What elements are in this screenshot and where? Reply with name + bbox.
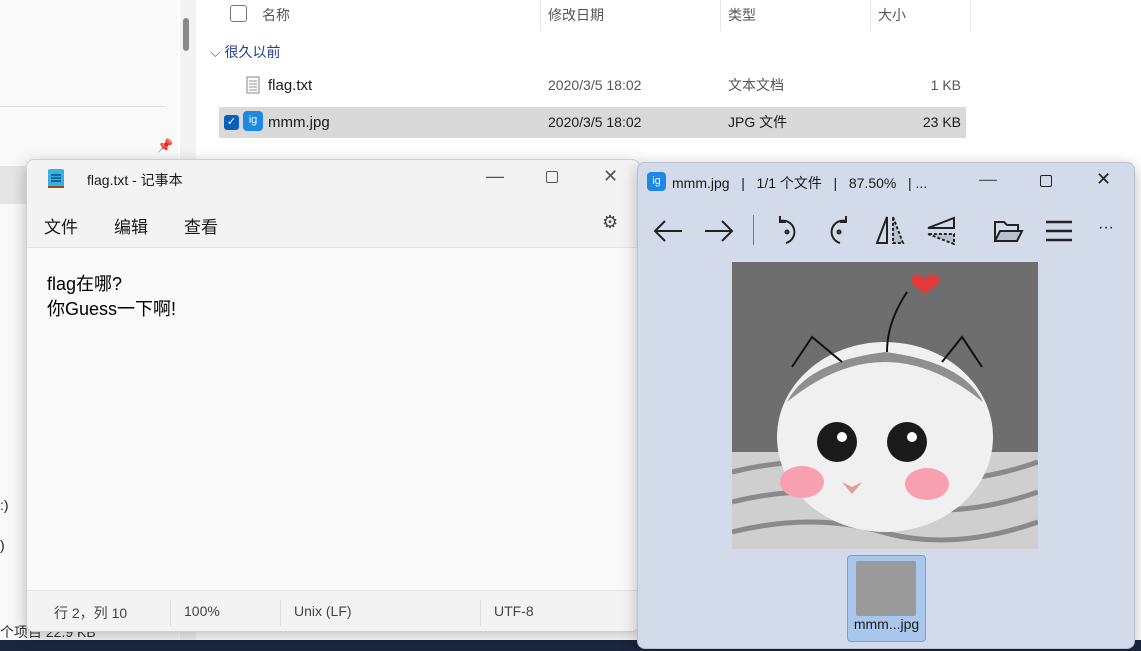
nav-fragment: ) <box>0 537 5 553</box>
column-header-type[interactable]: 类型 <box>728 0 756 31</box>
pin-icon[interactable]: 📌 <box>157 138 173 154</box>
zoom-level: 100% <box>184 603 220 619</box>
menu-edit[interactable]: 编辑 <box>114 213 148 238</box>
checkbox-checked[interactable]: ✓ <box>224 115 239 130</box>
menu-view[interactable]: 查看 <box>184 213 218 238</box>
viewer-app-icon: ig <box>647 172 666 191</box>
line-ending: Unix (LF) <box>294 603 352 619</box>
window-title: mmm.jpg | 1/1 个文件 | 87.50% | ... <box>672 175 928 191</box>
file-name: mmm.jpg <box>268 114 330 131</box>
text-editor[interactable]: flag在哪? 你Guess一下啊! <box>27 247 639 591</box>
file-type: JPG 文件 <box>728 114 788 130</box>
column-divider[interactable] <box>720 0 721 31</box>
file-date: 2020/3/5 18:02 <box>548 77 642 93</box>
select-all-checkbox[interactable] <box>230 5 247 22</box>
file-date: 2020/3/5 18:02 <box>548 114 642 130</box>
cat-image <box>732 262 1038 549</box>
divider <box>170 600 171 626</box>
file-row-selected[interactable]: ✓ ig mmm.jpg 2020/3/5 18:02 JPG 文件 23 KB <box>219 107 966 138</box>
file-name: flag.txt <box>268 77 313 94</box>
notepad-window: flag.txt - 记事本 — ✕ 文件 编辑 查看 ⚙ flag在哪? 你G… <box>26 159 640 632</box>
divider <box>280 600 281 626</box>
image-viewer-window: ig mmm.jpg | 1/1 个文件 | 87.50% | ... — ✕ … <box>637 162 1135 649</box>
divider <box>753 215 754 245</box>
notepad-app-icon <box>48 169 64 188</box>
column-divider[interactable] <box>970 0 971 31</box>
open-folder-icon[interactable] <box>992 217 1024 245</box>
divider <box>480 600 481 626</box>
more-options-icon[interactable]: ··· <box>1098 219 1114 237</box>
minimize-button[interactable]: — <box>979 169 997 190</box>
flip-horizontal-icon[interactable] <box>874 215 906 245</box>
close-button[interactable]: ✕ <box>603 166 618 187</box>
thumbnail-label: mmm...jpg <box>853 616 920 632</box>
nav-fragment: :) <box>0 497 9 513</box>
menu-icon[interactable] <box>1044 219 1074 243</box>
maximize-button[interactable] <box>1040 175 1052 187</box>
image-file-icon: ig <box>243 111 263 131</box>
maximize-button[interactable] <box>546 171 558 183</box>
arrow-left-icon[interactable] <box>652 219 684 243</box>
thumbnail-selected[interactable]: mmm...jpg <box>847 555 926 642</box>
file-type: 文本文档 <box>728 77 784 93</box>
group-header[interactable]: ⌵ 很久以前 <box>210 42 281 62</box>
gear-icon[interactable]: ⚙ <box>602 212 618 233</box>
column-header-date[interactable]: 修改日期 <box>548 0 604 31</box>
cursor-position: 行 2，列 10 <box>54 605 128 621</box>
group-label: 很久以前 <box>224 44 281 60</box>
rotate-left-icon[interactable] <box>772 215 804 245</box>
text-file-icon <box>246 76 260 94</box>
divider <box>0 106 165 107</box>
encoding: UTF-8 <box>494 603 534 619</box>
rotate-right-icon[interactable] <box>822 215 854 245</box>
column-divider[interactable] <box>540 0 541 31</box>
column-header-name[interactable]: 名称 <box>262 0 290 31</box>
column-divider[interactable] <box>870 0 871 31</box>
column-header-size[interactable]: 大小 <box>878 0 906 31</box>
close-button[interactable]: ✕ <box>1096 169 1111 190</box>
scrollbar-thumb[interactable] <box>183 18 189 51</box>
menu-file[interactable]: 文件 <box>44 213 78 238</box>
file-size: 23 KB <box>922 114 961 130</box>
thumbnail-image <box>856 561 916 616</box>
chevron-down-icon: ⌵ <box>210 44 225 60</box>
minimize-button[interactable]: — <box>486 166 504 187</box>
window-title: flag.txt - 记事本 <box>87 172 183 188</box>
file-size: 1 KB <box>930 77 961 93</box>
arrow-right-icon[interactable] <box>703 219 735 243</box>
flip-vertical-icon[interactable] <box>926 215 958 245</box>
file-row[interactable]: flag.txt 2020/3/5 18:02 文本文档 1 KB <box>219 70 966 101</box>
